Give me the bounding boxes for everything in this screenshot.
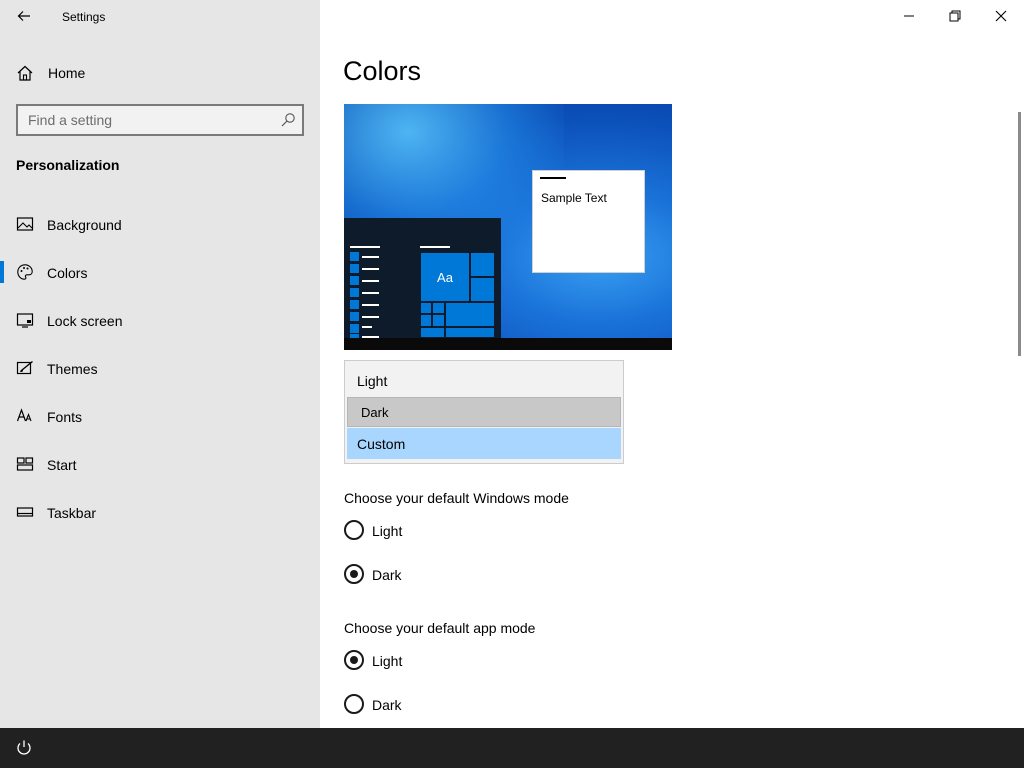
preview-tile <box>470 252 495 277</box>
sidebar-item-label: Background <box>47 217 122 233</box>
themes-icon <box>16 360 33 375</box>
color-preview: Aa Sample Text <box>344 104 672 350</box>
sidebar-item-label: Colors <box>47 265 88 281</box>
taskbar-icon <box>16 507 34 517</box>
windows-mode-label: Choose your default Windows mode <box>344 490 569 506</box>
preview-menu-line <box>362 280 379 282</box>
window-controls <box>886 0 1024 32</box>
dropdown-option-dark[interactable]: Dark <box>347 397 621 427</box>
radio-button-checked[interactable] <box>344 650 364 670</box>
preview-sample-text: Sample Text <box>541 191 607 205</box>
dropdown-option-label: Light <box>357 373 388 389</box>
preview-menu-square <box>350 252 359 261</box>
app-mode-label: Choose your default app mode <box>344 620 536 636</box>
power-icon <box>17 740 31 755</box>
sidebar-item-colors[interactable]: Colors <box>0 248 320 296</box>
preview-tile <box>420 314 432 327</box>
sidebar-item-fonts[interactable]: Fonts <box>0 392 320 440</box>
nav-list: Background Colors Lock screen Themes Fon… <box>0 200 320 536</box>
sidebar-item-label: Taskbar <box>47 505 97 521</box>
preview-tile <box>432 314 445 327</box>
preview-menu-square <box>350 312 359 321</box>
back-arrow-icon <box>17 11 30 21</box>
back-button[interactable] <box>8 0 40 32</box>
preview-menu-line <box>350 246 380 248</box>
search-icon[interactable] <box>280 112 296 128</box>
preview-tile <box>470 277 495 302</box>
preview-menu-square <box>350 276 359 285</box>
sidebar-item-themes[interactable]: Themes <box>0 344 320 392</box>
preview-menu-line <box>362 326 372 328</box>
sidebar-item-label: Lock screen <box>47 313 123 329</box>
sidebar-item-background[interactable]: Background <box>0 200 320 248</box>
sidebar-item-taskbar[interactable]: Taskbar <box>0 488 320 536</box>
windows-mode-dark-radio[interactable]: Dark <box>343 563 593 587</box>
dropdown-option-label: Custom <box>357 436 406 452</box>
preview-menu-line <box>362 304 379 306</box>
preview-tile <box>445 327 495 338</box>
preview-menu-line <box>362 256 379 258</box>
preview-menu-square <box>350 300 359 309</box>
dropdown-option-custom[interactable]: Custom <box>347 428 621 459</box>
power-button[interactable] <box>8 732 40 764</box>
dropdown-option-label: Dark <box>361 405 389 420</box>
sidebar-item-lock-screen[interactable]: Lock screen <box>0 296 320 344</box>
color-mode-dropdown[interactable]: Light Dark Custom <box>344 360 624 464</box>
lock-screen-icon <box>16 313 34 328</box>
preview-menu-square <box>350 324 359 333</box>
page-title: Colors <box>343 56 422 86</box>
search-box[interactable] <box>16 104 304 136</box>
radio-button-checked[interactable] <box>344 564 364 584</box>
radio-button[interactable] <box>344 520 364 540</box>
taskbar <box>0 728 1024 768</box>
preview-menu-line <box>362 316 379 318</box>
sidebar-item-start[interactable]: Start <box>0 440 320 488</box>
home-icon <box>17 65 33 81</box>
restore-icon <box>949 10 961 22</box>
minimize-icon <box>904 15 914 17</box>
section-title: Personalization <box>16 157 120 173</box>
preview-tile <box>420 302 432 314</box>
radio-label: Dark <box>372 567 402 583</box>
sidebar-item-label: Start <box>47 457 77 473</box>
title-bar-left: Settings <box>0 0 320 32</box>
start-icon <box>16 457 34 471</box>
app-mode-dark-radio[interactable]: Dark <box>343 693 593 717</box>
preview-sample-window: Sample Text <box>532 170 645 273</box>
preview-tile <box>420 327 445 338</box>
close-button[interactable] <box>978 0 1024 32</box>
home-label: Home <box>48 65 86 81</box>
home-nav-item[interactable]: Home <box>0 56 320 90</box>
preview-tile <box>445 302 495 327</box>
palette-icon <box>17 264 33 280</box>
radio-button[interactable] <box>344 694 364 714</box>
windows-mode-light-radio[interactable]: Light <box>343 519 593 543</box>
app-mode-light-radio[interactable]: Light <box>343 649 593 673</box>
picture-icon <box>16 217 34 231</box>
preview-menu-line <box>420 246 450 248</box>
minimize-button[interactable] <box>886 0 932 32</box>
content-scrollbar[interactable] <box>1018 112 1021 356</box>
sidebar-item-label: Themes <box>47 361 98 377</box>
restore-button[interactable] <box>932 0 978 32</box>
close-icon <box>995 10 1007 22</box>
preview-menu-square <box>350 288 359 297</box>
preview-menu-line <box>362 292 379 294</box>
search-input[interactable] <box>18 106 268 134</box>
preview-taskbar <box>344 338 672 350</box>
preview-tile-large: Aa <box>420 252 470 302</box>
preview-start-menu: Aa <box>344 218 501 338</box>
preview-menu-square <box>350 264 359 273</box>
radio-label: Dark <box>372 697 402 713</box>
fonts-icon <box>16 408 32 422</box>
preview-window-line <box>540 177 566 179</box>
sidebar-item-label: Fonts <box>47 409 83 425</box>
app-title: Settings <box>62 10 106 24</box>
dropdown-option-light[interactable]: Light <box>347 365 621 395</box>
radio-label: Light <box>372 653 403 669</box>
sidebar: Settings Home Personalization Background <box>0 0 320 728</box>
preview-menu-line <box>362 268 379 270</box>
preview-tile <box>432 302 445 314</box>
radio-label: Light <box>372 523 403 539</box>
